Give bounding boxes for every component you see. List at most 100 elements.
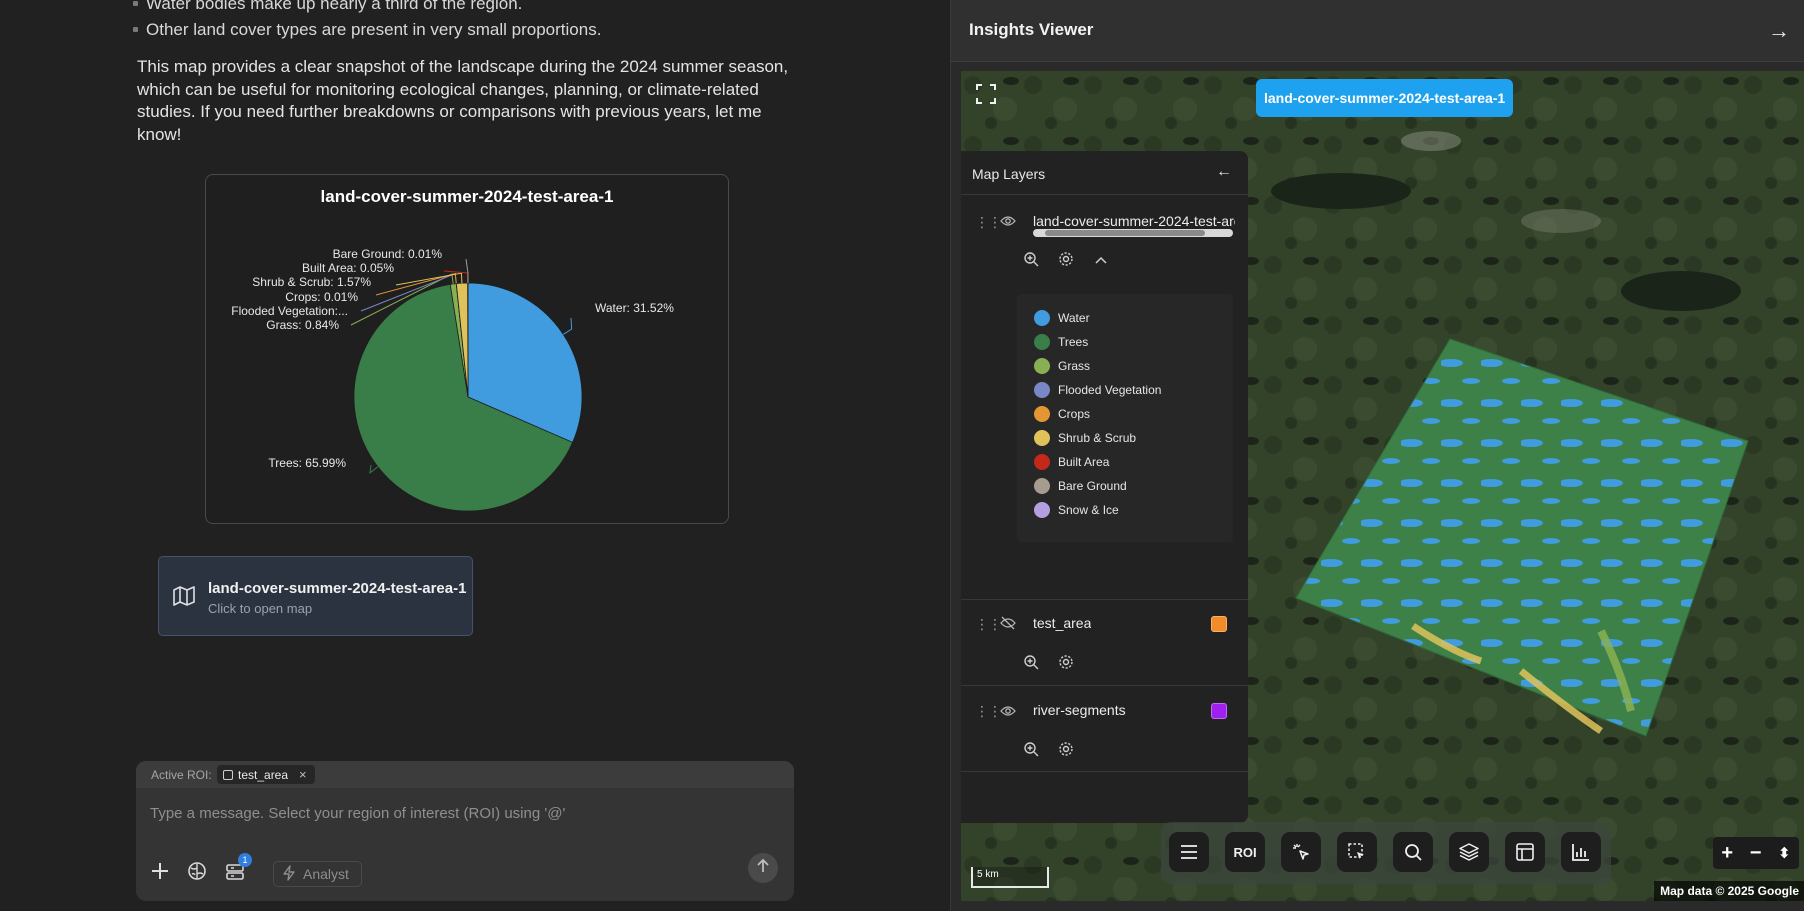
slice-label: Water: 31.52% [595,301,674,315]
slice-label: Built Area: 0.05% [302,261,394,275]
zoom-to-layer-icon[interactable] [1023,741,1039,762]
layer-entry: ⋮⋮ land-cover-summer-2024-test-area-1 [961,195,1248,600]
drag-handle-icon[interactable]: ⋮⋮ [975,214,1002,231]
tools-count-badge: 1 [238,853,252,867]
layer-color-swatch[interactable] [1211,616,1227,632]
layer-name[interactable]: test_area [1033,615,1091,631]
legend-item: Shrub & Scrub [1034,428,1136,448]
bar-chart-icon[interactable] [1561,832,1601,872]
zoom-to-layer-icon[interactable] [1023,251,1039,272]
legend-color-dot [1034,382,1050,398]
viewer-header: Insights Viewer → [951,0,1804,62]
legend-label: Crops [1058,407,1091,421]
scrollbar-thumb[interactable] [1045,230,1205,236]
legend-label: Flooded Vegetation [1058,383,1162,397]
map-icon [173,586,195,611]
toolbox-icon[interactable]: 1 [224,853,252,882]
chat-pane: Water bodies make up nearly a third of t… [0,0,950,911]
drag-handle-icon[interactable]: ⋮⋮ [975,703,1002,720]
open-map-card[interactable]: land-cover-summer-2024-test-area-1 Click… [158,556,473,636]
legend-item: Flooded Vegetation [1034,380,1161,400]
send-button[interactable] [748,853,778,883]
roi-chip-label: test_area [238,767,289,782]
map-card-title: land-cover-summer-2024-test-area-1 [208,580,467,597]
legend-label: Grass [1058,359,1091,373]
slice-label: Grass: 0.84% [266,318,339,332]
chevron-up-icon[interactable] [1094,252,1108,270]
layer-entry: ⋮⋮ test_area [961,600,1248,686]
roi-button[interactable]: ROI [1225,832,1265,872]
legend-item: Bare Ground [1034,476,1127,496]
arrow-left-icon[interactable]: ← [1216,163,1232,181]
legend-label: Shrub & Scrub [1058,431,1137,445]
label-leader-line [465,258,469,284]
layer-name[interactable]: land-cover-summer-2024-test-area-1 [1033,213,1235,229]
box-select-icon[interactable] [1337,832,1377,872]
bolt-icon [282,864,296,884]
pie-chart: Water: 31.52% Trees: 65.99% Grass: 0.84%Fl… [231,247,674,512]
app-root: Water bodies make up nearly a third of t… [0,0,1804,911]
layers-icon[interactable] [1449,832,1489,872]
legend-color-dot [1034,334,1050,350]
brain-icon[interactable] [186,860,208,882]
legend-item: Trees [1034,332,1088,352]
table-icon[interactable] [1505,832,1545,872]
compass-icon[interactable]: ⬍ [1778,844,1791,862]
zoom-controls: + − ⬍ [1713,837,1799,869]
legend-color-dot [1034,310,1050,326]
viewer-title: Insights Viewer [969,20,1094,39]
layer-color-swatch[interactable] [1211,703,1227,719]
active-layer-chip[interactable]: land-cover-summer-2024-test-area-1 [1256,79,1514,117]
slice-label: Crops: 0.01% [285,290,358,304]
label-leader-line [395,272,463,286]
layer-entry: ⋮⋮ river-segments [961,686,1248,772]
layer-name[interactable]: river-segments [1033,702,1126,718]
zoom-in-button[interactable]: + [1721,842,1733,865]
zoom-to-layer-icon[interactable] [1023,654,1039,675]
label-leader-line [563,317,573,335]
map-card-subtitle: Click to open map [208,601,313,616]
map-toolbar: ROI [1161,822,1611,884]
roi-chip[interactable]: test_area × [217,765,315,784]
map-canvas[interactable]: land-cover-summer-2024-test-area-1 Map L… [961,71,1804,901]
bullet-item: Other land cover types are present in ve… [132,20,602,39]
eye-icon[interactable] [1000,704,1016,722]
fullscreen-icon[interactable] [971,79,1001,109]
label-leader-line [369,464,379,475]
legend-item: Grass [1034,356,1090,376]
arrow-right-icon[interactable]: → [1768,18,1790,44]
legend-color-dot [1034,502,1050,518]
assistant-paragraph: This map provides a clear snapshot of th… [137,57,789,144]
roi-remove-icon[interactable]: × [299,767,307,782]
slice-label: Bare Ground: 0.01% [333,247,443,261]
eye-icon[interactable] [1000,214,1016,232]
layers-panel-header: Map Layers ← [961,151,1248,195]
legend-color-dot [1034,478,1050,494]
search-icon[interactable] [1393,832,1433,872]
gear-icon[interactable] [1058,251,1074,272]
gear-icon[interactable] [1058,741,1074,762]
gear-icon[interactable] [1058,654,1074,675]
message-composer: Active ROI: test_area × 1 [136,761,794,901]
slice-label: Trees: 65.99% [268,456,346,470]
drag-handle-icon[interactable]: ⋮⋮ [975,616,1002,633]
active-roi-bar: Active ROI: test_area × [136,761,794,788]
legend-label: Water [1058,311,1090,325]
bullet-item: Water bodies make up nearly a third of t… [132,0,522,14]
message-input[interactable] [150,805,770,822]
eye-off-icon[interactable] [1000,616,1016,635]
magic-select-icon[interactable] [1281,832,1321,872]
plus-icon[interactable] [149,860,171,882]
legend-color-dot [1034,430,1050,446]
pie-chart-card: land-cover-summer-2024-test-area-1 Water… [205,174,729,524]
zoom-out-button[interactable]: − [1750,842,1762,865]
layer-name-scrollbar[interactable] [1033,229,1233,237]
legend-color-dot [1034,406,1050,422]
map-attribution: Map data © 2025 Google [1654,881,1804,901]
insights-viewer: Insights Viewer → land-cover-summer-2024… [950,0,1804,911]
legend-item: Water [1034,308,1090,328]
menu-icon[interactable] [1169,832,1209,872]
send-arrow-icon [756,858,770,878]
analyst-mode-button[interactable]: Analyst [273,861,362,887]
slice-label: Shrub & Scrub: 1.57% [252,275,371,289]
